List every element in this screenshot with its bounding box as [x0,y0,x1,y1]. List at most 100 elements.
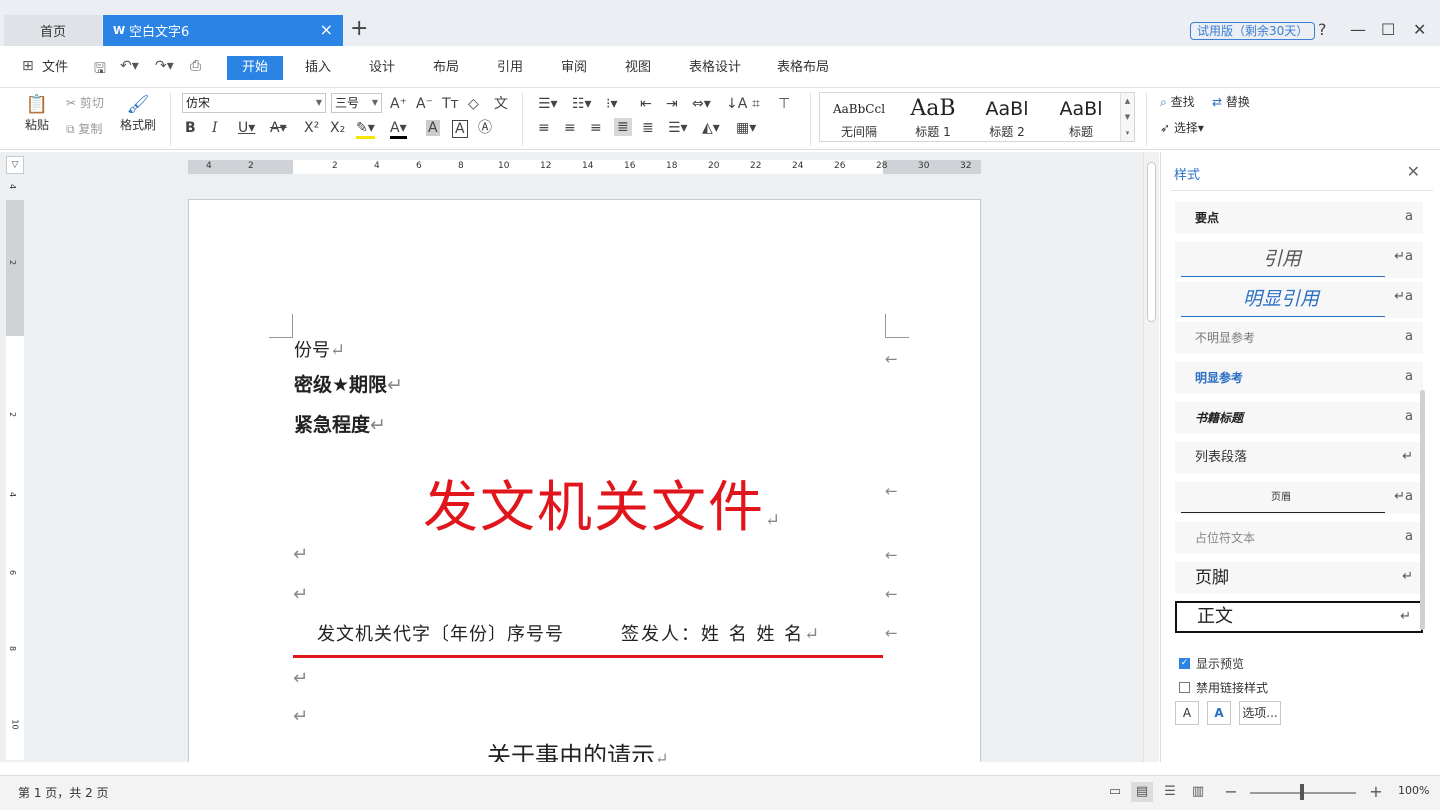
new-style-button[interactable]: A [1175,701,1199,725]
shrink-font-icon[interactable]: A⁻ [416,96,433,112]
superscript-icon[interactable]: X² [304,120,319,136]
change-case-icon[interactable]: Tт [442,96,459,112]
close-window-button[interactable]: ✕ [1413,20,1426,40]
tab-close-icon[interactable]: × [320,22,333,38]
save-icon[interactable]: 🖫 [94,58,106,82]
underline-icon[interactable]: U▾ [238,120,255,136]
vertical-scrollbar[interactable] [1143,152,1159,762]
menu-start[interactable]: 开始 [227,56,283,80]
style-item-list-paragraph[interactable]: 列表段落 ↵ [1175,442,1423,474]
paragraph-mark-icon[interactable]: ⊤ [778,96,790,112]
zoom-in-button[interactable]: + [1365,782,1387,802]
doc-issuing-title[interactable]: 发文机关文件↵ [423,462,782,542]
subscript-icon[interactable]: X₂ [330,120,345,136]
doc-signer-line[interactable]: 签发人：姓 名 姓 名↵ [621,620,821,646]
bullets-icon[interactable]: ☰▾ [538,96,558,112]
style-item-intense-reference[interactable]: 明显参考 a [1175,362,1423,394]
maximize-button[interactable]: ☐ [1381,20,1395,40]
zoom-level[interactable]: 100% [1398,784,1429,797]
distributed-icon[interactable]: ≣ [642,120,654,136]
undo-icon[interactable]: ↶▾ [120,58,139,74]
menu-layout[interactable]: 布局 [433,56,459,80]
doc-number-line[interactable]: 发文机关代字〔年份〕序号号 [317,620,564,646]
style-item-footer[interactable]: 页脚 ↵ [1175,562,1423,594]
cut-button[interactable]: ✂ 剪切 [66,94,104,111]
tab-home[interactable]: 首页 [4,15,102,46]
phonetic-guide-icon[interactable]: 文 [494,96,508,112]
redo-icon[interactable]: ↷▾ [155,58,174,74]
style-item-key-point[interactable]: 要点 a [1175,202,1423,234]
highlight-icon[interactable]: ✎▾ [356,120,375,139]
paste-button[interactable]: 📋 粘贴 [20,94,54,133]
align-left-icon[interactable]: ≡ [538,120,550,136]
scrollbar-thumb[interactable] [1147,162,1156,322]
menu-review[interactable]: 审阅 [561,56,587,80]
menu-table-layout[interactable]: 表格布局 [777,56,829,80]
numbering-icon[interactable]: ☷▾ [572,96,592,112]
doc-copy-number[interactable]: 份号↵ [294,336,345,362]
minimize-button[interactable]: — [1350,20,1366,40]
new-tab-button[interactable]: + [350,18,368,40]
doc-secret-level[interactable]: 密级★期限↵ [294,370,403,397]
borders-icon[interactable]: ▦▾ [736,120,756,136]
font-size-select[interactable]: 三号 ▼ [331,93,382,113]
zoom-out-button[interactable]: − [1220,782,1242,802]
reading-view-icon[interactable]: ▥ [1187,782,1209,802]
style-no-spacing[interactable]: AaBbCcl 无间隔 [822,95,896,140]
bold-icon[interactable]: B [185,120,196,136]
style-inspector-button[interactable]: A [1207,701,1231,725]
zoom-slider-handle[interactable] [1300,784,1304,800]
char-shading-icon[interactable]: A [426,120,440,136]
style-heading-2[interactable]: AaBl 标题 2 [970,95,1044,140]
show-marks-icon[interactable]: ⌗ [752,96,760,112]
italic-icon[interactable]: I [212,120,218,136]
style-item-normal[interactable]: 正文 ↵ [1175,601,1423,633]
clear-format-icon[interactable]: ◇ [468,96,479,112]
options-button[interactable]: 选项... [1239,701,1281,725]
disable-linked-styles-checkbox[interactable]: 禁用链接样式 [1179,679,1268,696]
style-gallery-scroll[interactable]: ▲ ▼ ▾ [1120,93,1134,141]
style-item-placeholder-text[interactable]: 占位符文本 a [1175,522,1423,554]
print-icon[interactable]: ⎙ [190,58,201,74]
align-right-icon[interactable]: ≡ [590,120,602,136]
multilevel-list-icon[interactable]: ⁝▾ [606,96,617,112]
grid-menu-icon[interactable]: ⊞ [22,58,34,74]
font-color-icon[interactable]: A▾ [390,120,407,139]
trial-badge[interactable]: 试用版（剩余30天） [1190,22,1316,40]
style-title[interactable]: AaBl 标题 [1044,95,1118,140]
char-border-icon[interactable]: A [452,120,468,138]
find-button[interactable]: ⌕ 查找 [1160,94,1195,110]
align-center-icon[interactable]: ≡ [564,120,576,136]
document-page[interactable]: 份号↵ 密级★期限↵ 紧急程度↵ 发文机关文件↵ ↵ ↵ 发文机关代字〔年份〕序… [188,199,981,762]
style-item-subtle-reference[interactable]: 不明显参考 a [1175,322,1423,354]
shading-icon[interactable]: ◭▾ [702,120,720,136]
style-item-intense-quote[interactable]: 明显引用 ↵a [1175,282,1423,318]
format-painter-button[interactable]: 🖌 格式刷 [118,94,158,133]
increase-indent-icon[interactable]: ⇥ [666,96,678,112]
sort-icon[interactable]: ↓A [726,96,747,112]
web-layout-icon[interactable]: ▭ [1104,782,1126,802]
menu-insert[interactable]: 插入 [305,56,331,80]
copy-button[interactable]: ⧉ 复制 [66,120,102,137]
font-name-select[interactable]: 仿宋 ▼ [182,93,326,113]
print-layout-icon[interactable]: ▤ [1131,782,1153,802]
strikethrough-icon[interactable]: A▾ [270,120,287,136]
help-icon[interactable]: ? [1318,20,1327,40]
style-item-header[interactable]: 页眉 ↵a [1175,482,1423,514]
horizontal-ruler[interactable]: 4 2 2 4 6 8 10 12 14 16 18 20 22 24 26 2… [188,160,981,174]
menu-view[interactable]: 视图 [625,56,651,80]
doc-subject[interactable]: 关于事由的请示↵ [487,736,668,762]
ruler-toggle-button[interactable]: ▽ [6,156,24,174]
document-area[interactable]: ▽ 4 2 2 4 6 8 10 12 14 16 18 20 22 24 26… [0,152,1143,762]
styles-panel-scrollbar[interactable] [1420,390,1425,630]
close-icon[interactable]: ✕ [1407,162,1420,181]
enclose-char-icon[interactable]: Ⓐ [478,120,492,136]
line-spacing-icon[interactable]: ☰▾ [668,120,688,136]
replace-button[interactable]: ⇄ 替换 [1212,94,1250,110]
vertical-ruler[interactable]: 4 2 2 4 6 8 10 [6,184,24,760]
menu-references[interactable]: 引用 [497,56,523,80]
char-spacing-icon[interactable]: ⇔▾ [692,96,711,112]
menu-table-design[interactable]: 表格设计 [689,56,741,80]
file-menu[interactable]: 文件 [42,56,68,80]
style-heading-1[interactable]: AaB 标题 1 [896,95,970,140]
